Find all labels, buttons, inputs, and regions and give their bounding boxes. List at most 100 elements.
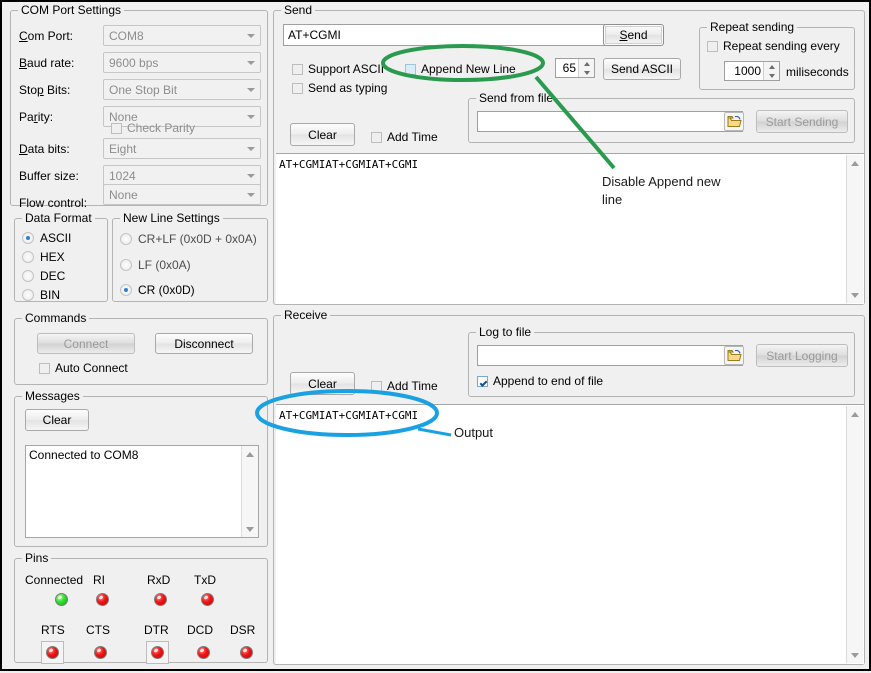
chevron-down-icon — [242, 185, 260, 204]
radio-dec-dot — [22, 270, 34, 282]
messages-scrollbar[interactable] — [241, 446, 258, 537]
send-command-input[interactable]: AT+CGMI — [283, 24, 605, 46]
buffer-size-value: 1024 — [109, 169, 136, 183]
scroll-up-icon[interactable] — [242, 446, 258, 462]
send-add-time-checkbox[interactable]: Add Time — [371, 130, 438, 144]
radio-lf-dot — [120, 259, 132, 271]
append-new-line-checkbox[interactable]: Append New Line — [405, 62, 516, 76]
send-add-time-box — [371, 132, 382, 143]
spinner-up-icon[interactable] — [579, 59, 594, 68]
connect-button-label: Connect — [64, 337, 109, 351]
receive-output-area[interactable]: AT+CGMIAT+CGMIAT+CGMI — [276, 404, 864, 664]
com-port-select[interactable]: COM8 — [103, 25, 261, 46]
chevron-down-icon — [242, 139, 260, 158]
baud-rate-label: Baud rate: — [19, 56, 74, 70]
radio-cr-dot — [120, 284, 132, 296]
radio-data-format-dec[interactable]: DEC — [22, 269, 65, 283]
scroll-up-icon[interactable] — [847, 406, 863, 422]
com-port-label: Com Port: — [19, 29, 73, 43]
receive-add-time-checkbox[interactable]: Add Time — [371, 379, 438, 393]
radio-newline-cr[interactable]: CR (0x0D) — [120, 283, 195, 297]
start-sending-button[interactable]: Start Sending — [756, 110, 848, 133]
append-to-end-label: Append to end of file — [493, 374, 603, 388]
check-parity-label: Check Parity — [127, 121, 195, 135]
pins-title: Pins — [22, 552, 51, 564]
radio-lf-label: LF (0x0A) — [138, 258, 191, 272]
log-file-path-input[interactable] — [477, 345, 743, 366]
stop-bits-select[interactable]: One Stop Bit — [103, 79, 261, 100]
radio-newline-crlf[interactable]: CR+LF (0x0D + 0x0A) — [120, 232, 257, 246]
messages-clear-button[interactable]: Clear — [25, 409, 89, 431]
messages-log-text: Connected to COM8 — [29, 448, 240, 462]
send-as-typing-checkbox[interactable]: Send as typing — [292, 81, 387, 95]
radio-hex-label: HEX — [40, 250, 65, 264]
support-ascii-checkbox[interactable]: Support ASCII — [292, 62, 384, 76]
send-ascii-button[interactable]: Send ASCII — [603, 58, 681, 80]
pin-led-cts — [94, 646, 107, 659]
radio-bin-label: BIN — [40, 288, 60, 302]
auto-connect-checkbox[interactable]: Auto Connect — [39, 361, 128, 375]
receive-add-time-box — [371, 381, 382, 392]
connect-button[interactable]: Connect — [37, 333, 135, 354]
support-ascii-box — [292, 64, 303, 75]
start-logging-button[interactable]: Start Logging — [756, 344, 848, 367]
send-clear-button[interactable]: Clear — [290, 123, 355, 146]
send-history-text: AT+CGMIAT+CGMIAT+CGMI — [279, 158, 846, 171]
receive-output-scrollbar[interactable] — [846, 406, 863, 663]
scroll-down-icon[interactable] — [847, 287, 863, 303]
messages-log-area[interactable]: Connected to COM8 — [25, 445, 259, 538]
log-file-browse-button[interactable] — [724, 346, 744, 365]
log-to-file-title: Log to file — [476, 326, 534, 338]
spinner-down-icon[interactable] — [764, 71, 779, 80]
ascii-code-spinner[interactable]: 65 — [555, 58, 595, 78]
disconnect-button-label: Disconnect — [174, 337, 233, 351]
repeat-interval-spinner[interactable]: 1000 — [724, 61, 780, 81]
spinner-up-icon[interactable] — [764, 62, 779, 71]
ascii-code-spinner-buttons[interactable] — [578, 59, 594, 77]
repeat-sending-label: Repeat sending every — [723, 39, 840, 53]
pin-label-rxd: RxD — [147, 573, 170, 587]
baud-rate-value: 9600 bps — [109, 56, 158, 70]
commands-title: Commands — [22, 312, 89, 324]
repeat-sending-title: Repeat sending — [707, 21, 797, 33]
append-new-line-box — [405, 64, 416, 75]
buffer-size-select[interactable]: 1024 — [103, 165, 261, 186]
radio-data-format-hex[interactable]: HEX — [22, 250, 65, 264]
baud-rate-select[interactable]: 9600 bps — [103, 52, 261, 73]
send-history-area[interactable]: AT+CGMIAT+CGMIAT+CGMI — [276, 153, 864, 304]
check-parity-box — [111, 123, 122, 134]
scroll-down-icon[interactable] — [242, 521, 258, 537]
send-file-path-input[interactable] — [477, 111, 743, 132]
new-line-settings-title: New Line Settings — [120, 212, 223, 224]
receive-title: Receive — [281, 309, 330, 321]
scroll-down-icon[interactable] — [847, 647, 863, 663]
send-button[interactable]: Send — [603, 24, 664, 46]
data-bits-value: Eight — [109, 142, 136, 156]
pin-led-rts — [46, 646, 59, 659]
radio-data-format-ascii[interactable]: ASCII — [22, 231, 71, 245]
receive-clear-button[interactable]: Clear — [290, 372, 355, 395]
commands-group: Commands Connect Disconnect Auto Connect — [14, 318, 268, 385]
disconnect-button[interactable]: Disconnect — [155, 333, 253, 354]
flow-control-select[interactable]: None — [103, 184, 261, 205]
check-parity-checkbox[interactable]: Check Parity — [111, 121, 195, 135]
append-new-line-label: Append New Line — [421, 62, 516, 76]
repeat-sending-checkbox[interactable]: Repeat sending every — [707, 39, 840, 53]
folder-open-icon — [727, 349, 742, 362]
append-to-end-checkbox[interactable]: Append to end of file — [477, 374, 603, 388]
pin-led-dtr — [151, 646, 164, 659]
radio-newline-lf[interactable]: LF (0x0A) — [120, 258, 191, 272]
data-format-group: Data Format ASCII HEX DEC BIN — [14, 218, 108, 302]
radio-data-format-bin[interactable]: BIN — [22, 288, 60, 302]
receive-group: Receive Clear Add Time Log to file — [273, 315, 865, 665]
repeat-interval-spinner-buttons[interactable] — [763, 62, 779, 80]
data-bits-select[interactable]: Eight — [103, 138, 261, 159]
auto-connect-box — [39, 363, 50, 374]
send-history-scrollbar[interactable] — [846, 155, 863, 303]
send-file-browse-button[interactable] — [724, 112, 744, 131]
start-logging-label: Start Logging — [766, 349, 837, 363]
stop-bits-value: One Stop Bit — [109, 83, 177, 97]
scroll-up-icon[interactable] — [847, 155, 863, 171]
send-from-file-title: Send from file — [476, 92, 556, 104]
spinner-down-icon[interactable] — [579, 68, 594, 77]
